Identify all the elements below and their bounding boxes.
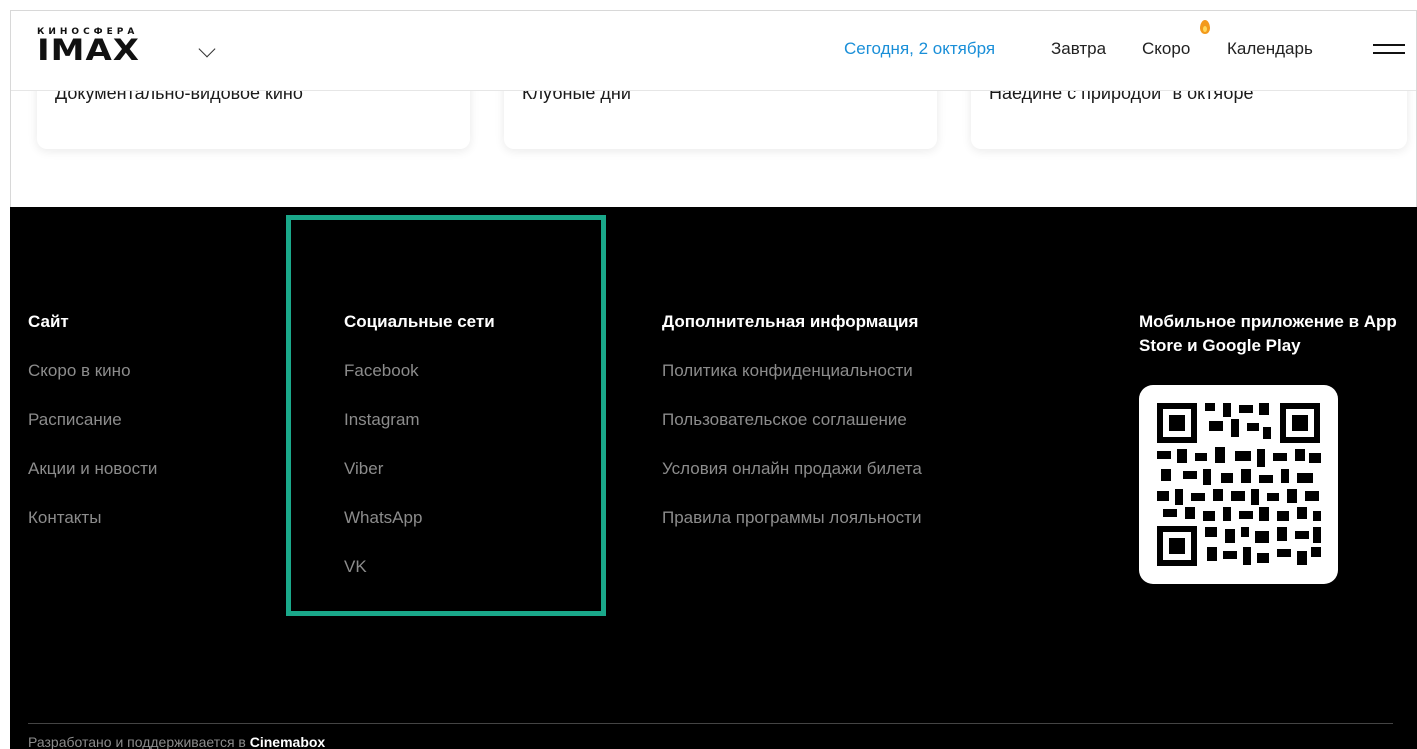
footer-col-title: Социальные сети xyxy=(344,312,495,331)
qr-code[interactable] xyxy=(1139,385,1338,584)
credits-brand-link[interactable]: Cinemabox xyxy=(250,734,325,749)
footer-col-info: Дополнительная информация Политика конфи… xyxy=(662,310,922,530)
nav-soon[interactable]: Скоро xyxy=(1142,39,1190,59)
imax-logo[interactable]: КИНОСФЕРА IMAX xyxy=(37,27,140,69)
footer-col-app: Мобильное приложение в App Store и Googl… xyxy=(1139,310,1409,358)
footer-link-facebook[interactable]: Facebook xyxy=(344,359,495,383)
chevron-down-icon[interactable] xyxy=(198,40,216,58)
footer-link-vk[interactable]: VK xyxy=(344,555,495,579)
footer-link-schedule[interactable]: Расписание xyxy=(28,408,157,432)
footer-col-social: Социальные сети Facebook Instagram Viber… xyxy=(344,310,495,579)
menu-icon[interactable] xyxy=(1373,44,1405,60)
site-header: КИНОСФЕРА IMAX Сегодня, 2 октября Завтра… xyxy=(11,11,1416,91)
footer-link-soon[interactable]: Скоро в кино xyxy=(28,359,157,383)
footer-link-whatsapp[interactable]: WhatsApp xyxy=(344,506,495,530)
footer-link-loyalty[interactable]: Правила программы лояльности xyxy=(662,506,922,530)
nav-calendar[interactable]: Календарь xyxy=(1227,39,1313,59)
footer-link-ticket-terms[interactable]: Условия онлайн продажи билета xyxy=(662,457,922,481)
footer-col-title: Мобильное приложение в App Store и Googl… xyxy=(1139,312,1397,355)
footer-link-promos[interactable]: Акции и новости xyxy=(28,457,157,481)
content-area: Документально-видовое кино Клубные дни Н… xyxy=(10,10,1417,207)
footer-link-privacy[interactable]: Политика конфиденциальности xyxy=(662,359,922,383)
footer-link-terms[interactable]: Пользовательское соглашение xyxy=(662,408,922,432)
footer-col-title: Сайт xyxy=(28,312,69,331)
logo-big-text: IMAX xyxy=(37,33,141,68)
footer-col-title: Дополнительная информация xyxy=(662,312,919,331)
nav-tomorrow[interactable]: Завтра xyxy=(1051,39,1106,59)
footer-link-instagram[interactable]: Instagram xyxy=(344,408,495,432)
credits-prefix: Разработано и поддерживается в xyxy=(28,734,246,749)
qr-code-icon xyxy=(1157,403,1321,566)
footer-credits: Разработано и поддерживается в Cinemabox xyxy=(28,734,325,749)
footer-link-viber[interactable]: Viber xyxy=(344,457,495,481)
footer-divider xyxy=(28,723,1393,724)
footer-col-site: Сайт Скоро в кино Расписание Акции и нов… xyxy=(28,310,157,530)
site-footer: Сайт Скоро в кино Расписание Акции и нов… xyxy=(10,207,1417,749)
fire-icon xyxy=(1200,20,1210,34)
footer-link-contacts[interactable]: Контакты xyxy=(28,506,157,530)
nav-today[interactable]: Сегодня, 2 октября xyxy=(844,39,995,59)
